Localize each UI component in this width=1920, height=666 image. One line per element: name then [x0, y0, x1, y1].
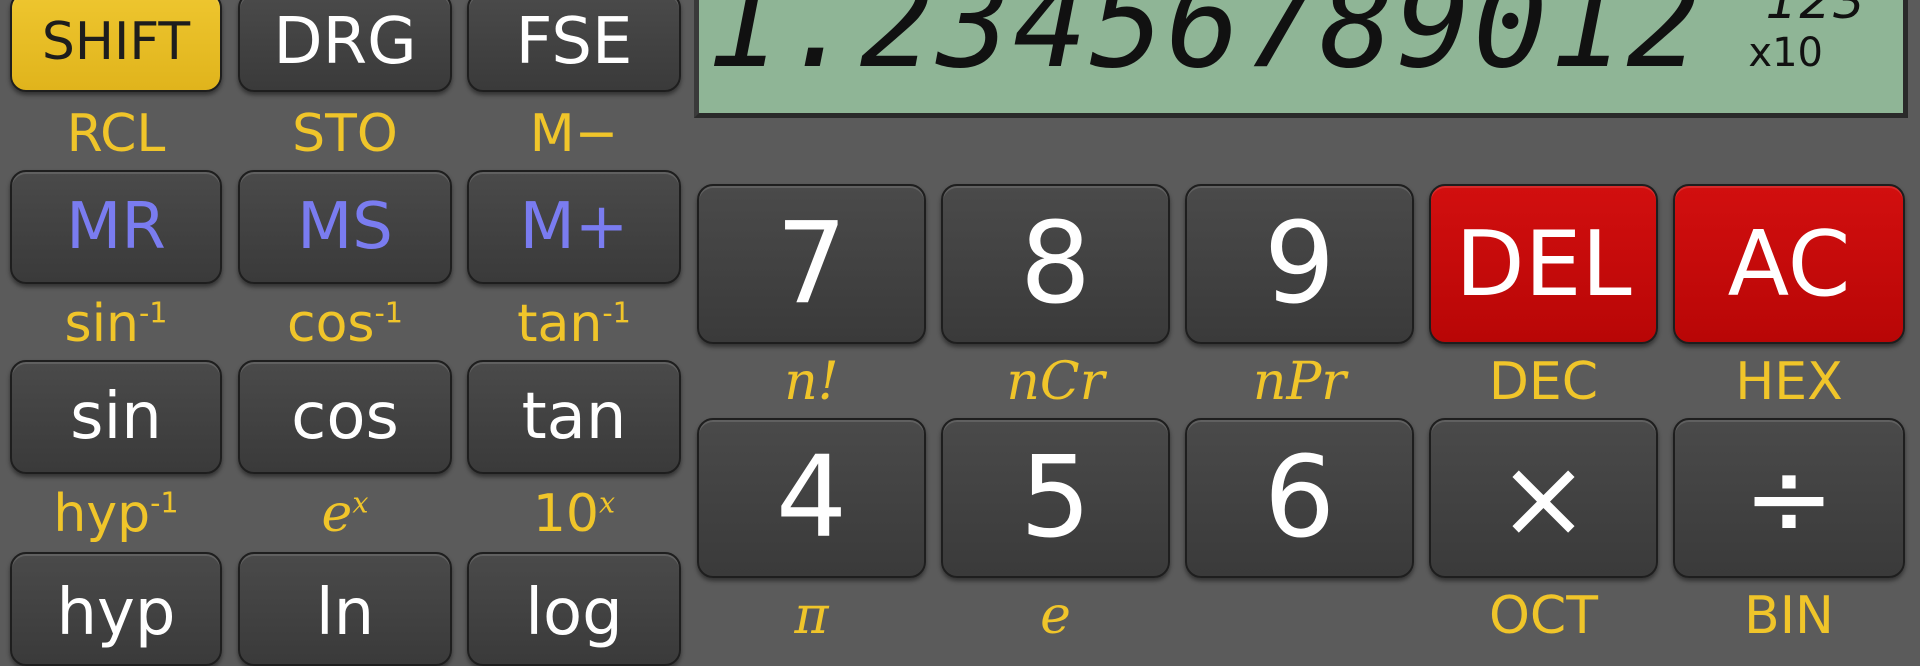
exp-label: ex	[238, 484, 452, 544]
bin-label: BIN	[1744, 586, 1834, 646]
divide-icon: ÷	[1742, 434, 1836, 562]
sin-button-label: sin	[70, 380, 162, 454]
ahyp-label-text: hyp	[53, 484, 151, 544]
multiply-button[interactable]: ×	[1429, 418, 1658, 578]
lcd-display: 1.23456789012 x10 123	[694, 0, 1908, 118]
six-button[interactable]: 6	[1185, 418, 1414, 578]
log-button[interactable]: log	[467, 552, 681, 666]
five-button[interactable]: 5	[941, 418, 1170, 578]
ahyp-label: hyp-1	[10, 484, 222, 544]
pow10-label: 10x	[467, 484, 681, 544]
m-minus-label: M−	[529, 104, 619, 164]
tan-button[interactable]: tan	[467, 360, 681, 474]
asin-label-text: sin	[64, 294, 139, 354]
pow10-label-base: 10	[532, 484, 600, 544]
pow10-label-power: x	[599, 485, 616, 520]
log-button-label: log	[525, 576, 623, 650]
shift-button-label: SHIFT	[41, 12, 191, 72]
display-exponent-label: x10	[1748, 30, 1823, 76]
shift-button[interactable]: SHIFT	[10, 0, 222, 92]
dec-label: DEC	[1488, 352, 1599, 412]
oct-label: OCT	[1488, 586, 1598, 646]
ln-button[interactable]: ln	[238, 552, 452, 666]
fse-button-label: FSE	[515, 5, 633, 79]
eight-button[interactable]: 8	[941, 184, 1170, 344]
sto-label: STO	[292, 104, 398, 164]
npr-label: nPr	[1252, 352, 1347, 412]
ahyp-inverse-superscript: -1	[150, 485, 179, 520]
exp-label-base: e	[321, 484, 353, 544]
cos-button-label: cos	[291, 380, 399, 454]
eight-button-label: 8	[1019, 199, 1092, 329]
six-button-label: 6	[1263, 433, 1336, 563]
euler-label: e	[1040, 586, 1071, 646]
asin-inverse-superscript: -1	[138, 295, 168, 330]
m-plus-button-label: M+	[519, 190, 629, 264]
five-button-label: 5	[1019, 433, 1092, 563]
asin-label: sin-1	[10, 294, 222, 354]
display-value: 1.23456789012	[706, 0, 1703, 96]
seven-button[interactable]: 7	[697, 184, 926, 344]
seven-button-label: 7	[775, 199, 848, 329]
pi-label: π	[794, 586, 829, 646]
mr-button[interactable]: MR	[10, 170, 222, 284]
four-button-label: 4	[775, 433, 848, 563]
cos-button[interactable]: cos	[238, 360, 452, 474]
acos-label-text: cos	[286, 294, 375, 354]
atan-inverse-superscript: -1	[602, 295, 631, 330]
acos-label: cos-1	[238, 294, 452, 354]
drg-button-label: DRG	[273, 5, 417, 79]
ms-button[interactable]: MS	[238, 170, 452, 284]
hyp-button[interactable]: hyp	[10, 552, 222, 666]
multiply-icon: ×	[1497, 434, 1590, 562]
ln-button-label: ln	[315, 576, 375, 650]
four-button[interactable]: 4	[697, 418, 926, 578]
nine-button-label: 9	[1263, 199, 1336, 329]
m-plus-button[interactable]: M+	[467, 170, 681, 284]
factorial-label: n!	[784, 352, 839, 412]
ms-button-label: MS	[297, 190, 393, 264]
rcl-label: RCL	[66, 104, 166, 164]
acos-inverse-superscript: -1	[374, 295, 403, 330]
exp-label-power: x	[352, 485, 369, 520]
ncr-label: nCr	[1006, 352, 1105, 412]
nine-button[interactable]: 9	[1185, 184, 1414, 344]
tan-button-label: tan	[521, 380, 627, 454]
hyp-button-label: hyp	[56, 576, 176, 650]
sin-button[interactable]: sin	[10, 360, 222, 474]
delete-button[interactable]: DEL	[1429, 184, 1658, 344]
delete-button-label: DEL	[1455, 211, 1632, 317]
fse-button[interactable]: FSE	[467, 0, 681, 92]
hex-label: HEX	[1735, 352, 1843, 412]
drg-button[interactable]: DRG	[238, 0, 452, 92]
divide-button[interactable]: ÷	[1673, 418, 1905, 578]
all-clear-button-label: AC	[1727, 211, 1851, 317]
display-exponent-value: 123	[1765, 0, 1867, 30]
atan-label-text: tan	[517, 294, 603, 354]
all-clear-button[interactable]: AC	[1673, 184, 1905, 344]
atan-label: tan-1	[467, 294, 681, 354]
mr-button-label: MR	[66, 190, 166, 264]
